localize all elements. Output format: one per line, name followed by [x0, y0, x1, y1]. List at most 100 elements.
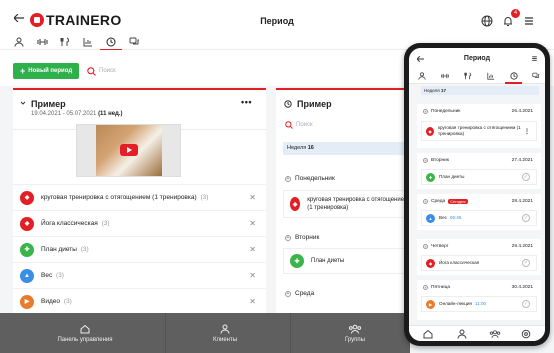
day-item[interactable]: ▶ Онлайн-лекция 11:00 ✓	[421, 296, 537, 312]
week-bar: Неделя 16	[283, 142, 406, 155]
day-label: Вторник	[295, 234, 320, 241]
menu-icon[interactable]	[523, 15, 535, 27]
user-icon[interactable]	[457, 329, 467, 339]
add-icon[interactable]: +	[423, 109, 428, 114]
card-title: Пример	[297, 99, 332, 109]
video-icon: ▶	[20, 294, 34, 309]
add-icon[interactable]: +	[285, 290, 291, 297]
tab-periods[interactable]	[100, 35, 122, 51]
tab-periods[interactable]	[505, 70, 522, 84]
video-icon: ▶	[426, 299, 435, 309]
list-item[interactable]: ✚ План диеты (3) ✕	[13, 236, 266, 262]
new-period-button[interactable]: + Новый период	[13, 63, 80, 79]
remove-icon[interactable]: ✕	[249, 271, 256, 280]
chart-icon	[83, 37, 92, 46]
tab-progress[interactable]	[81, 35, 95, 48]
tab-nutrition[interactable]	[58, 35, 72, 48]
day-header[interactable]: + Вторник	[423, 158, 449, 163]
check-icon[interactable]: ✓	[522, 214, 530, 222]
day-item[interactable]: ✚ План диеты ✓	[421, 169, 537, 185]
calendar-search-input[interactable]: Поиск	[285, 121, 313, 129]
nav-clients[interactable]: Клиенты	[190, 313, 260, 353]
day-item[interactable]: ▲ Вес 06:45 ✓	[421, 210, 537, 226]
phone-tabs	[409, 67, 545, 84]
list-item[interactable]: ▶ Видео (3) ✕	[13, 288, 266, 314]
clock-icon	[509, 71, 518, 80]
day-header[interactable]: + Пятница	[423, 285, 450, 290]
date-range: 19.04.2021 - 05.07.2021	[31, 111, 97, 117]
add-icon[interactable]: +	[423, 285, 428, 290]
globe-icon[interactable]	[481, 15, 493, 27]
day-header[interactable]: + Понедельник	[423, 109, 460, 114]
play-icon[interactable]	[120, 144, 138, 156]
search-placeholder: Поиск	[296, 122, 313, 128]
check-icon[interactable]: ✓	[522, 300, 530, 308]
video-thumbnail[interactable]	[76, 124, 181, 177]
phone-day-card: + Пятница 30.4.2021 ▶ Онлайн-лекция 11:00 …	[417, 280, 541, 320]
fork-knife-icon: ✚	[290, 254, 304, 268]
day-item[interactable]: ◆ Йога классическая ✓	[421, 255, 537, 271]
day-header-wednesday[interactable]: + Среда	[285, 290, 314, 297]
card-title: Пример	[31, 99, 66, 109]
dumbbell-icon: ◆	[20, 190, 34, 205]
dumbbell-icon	[36, 38, 48, 45]
new-period-label: Новый период	[28, 68, 73, 74]
list-item[interactable]: ◆ круговая тренировка с отягощением (1 т…	[13, 184, 266, 210]
item-label: План диеты (3)	[41, 246, 89, 253]
item-label: Вес (3)	[41, 272, 64, 279]
tab-workouts[interactable]	[439, 70, 450, 81]
day-item[interactable]: ◆ круговая тренировка с отягощением (1 т…	[283, 190, 406, 218]
settings-icon[interactable]	[521, 329, 531, 339]
item-label: круговая тренировка с отягощением (1 тре…	[438, 125, 521, 136]
tab-messages[interactable]	[530, 70, 541, 81]
nav-label: Панель управления	[57, 336, 113, 343]
day-date: 27.4.2021	[511, 158, 533, 163]
nav-groups[interactable]: Группы	[320, 313, 390, 353]
add-icon[interactable]: +	[423, 158, 428, 163]
day-date: 26.4.2021	[511, 109, 533, 114]
list-item[interactable]: ◆ Йога классическая (3) ✕	[13, 210, 266, 236]
add-icon[interactable]: +	[285, 175, 291, 182]
weeks-count: (11 нед.)	[98, 111, 123, 117]
remove-icon[interactable]: ✕	[249, 219, 256, 228]
tab-messages[interactable]	[127, 35, 141, 48]
home-icon[interactable]	[423, 329, 433, 339]
more-options-icon[interactable]: •••	[241, 97, 252, 107]
check-icon[interactable]: ✓	[522, 173, 530, 181]
remove-icon[interactable]: ✕	[249, 297, 256, 306]
chevron-down-icon[interactable]	[20, 100, 26, 106]
day-header[interactable]: + Среда Сегодня	[423, 199, 468, 204]
top-bar: TRAINERO Период 4	[0, 0, 554, 33]
search-placeholder: Поиск	[99, 68, 116, 74]
item-label: Йога классическая (3)	[41, 220, 110, 227]
add-icon[interactable]: +	[423, 244, 428, 249]
day-item[interactable]: ✚ План диеты	[283, 248, 406, 274]
group-icon	[348, 324, 362, 334]
scale-icon: ▲	[426, 213, 435, 223]
more-options-icon[interactable]: ⋮	[524, 128, 530, 135]
scale-icon: ▲	[20, 268, 34, 283]
check-icon[interactable]: ✓	[522, 259, 530, 267]
menu-icon[interactable]	[531, 55, 538, 62]
week-number: 16	[307, 145, 314, 151]
group-icon[interactable]	[489, 329, 501, 339]
yoga-icon: ◆	[426, 258, 435, 268]
tab-profile[interactable]	[416, 70, 427, 81]
day-header[interactable]: + Четверг	[423, 244, 448, 249]
day-header-monday[interactable]: + Понедельник	[285, 175, 335, 182]
search-input[interactable]: Поиск	[87, 64, 237, 78]
list-item[interactable]: ▲ Вес (3) ✕	[13, 262, 266, 288]
add-icon[interactable]: +	[285, 234, 291, 241]
tab-workouts[interactable]	[35, 35, 49, 48]
tab-progress[interactable]	[485, 70, 496, 81]
tab-nutrition[interactable]	[462, 70, 473, 81]
remove-icon[interactable]: ✕	[249, 245, 256, 254]
phone-page-title: Период	[463, 55, 491, 62]
tab-profile[interactable]	[12, 35, 26, 48]
add-icon[interactable]: +	[423, 199, 428, 204]
day-header-tuesday[interactable]: + Вторник	[285, 234, 319, 241]
day-item[interactable]: ◆ круговая тренировка с отягощением (1 т…	[421, 121, 537, 141]
nav-label: Клиенты	[212, 336, 238, 343]
nav-dashboard[interactable]: Панель управления	[40, 313, 130, 353]
remove-icon[interactable]: ✕	[249, 193, 256, 202]
